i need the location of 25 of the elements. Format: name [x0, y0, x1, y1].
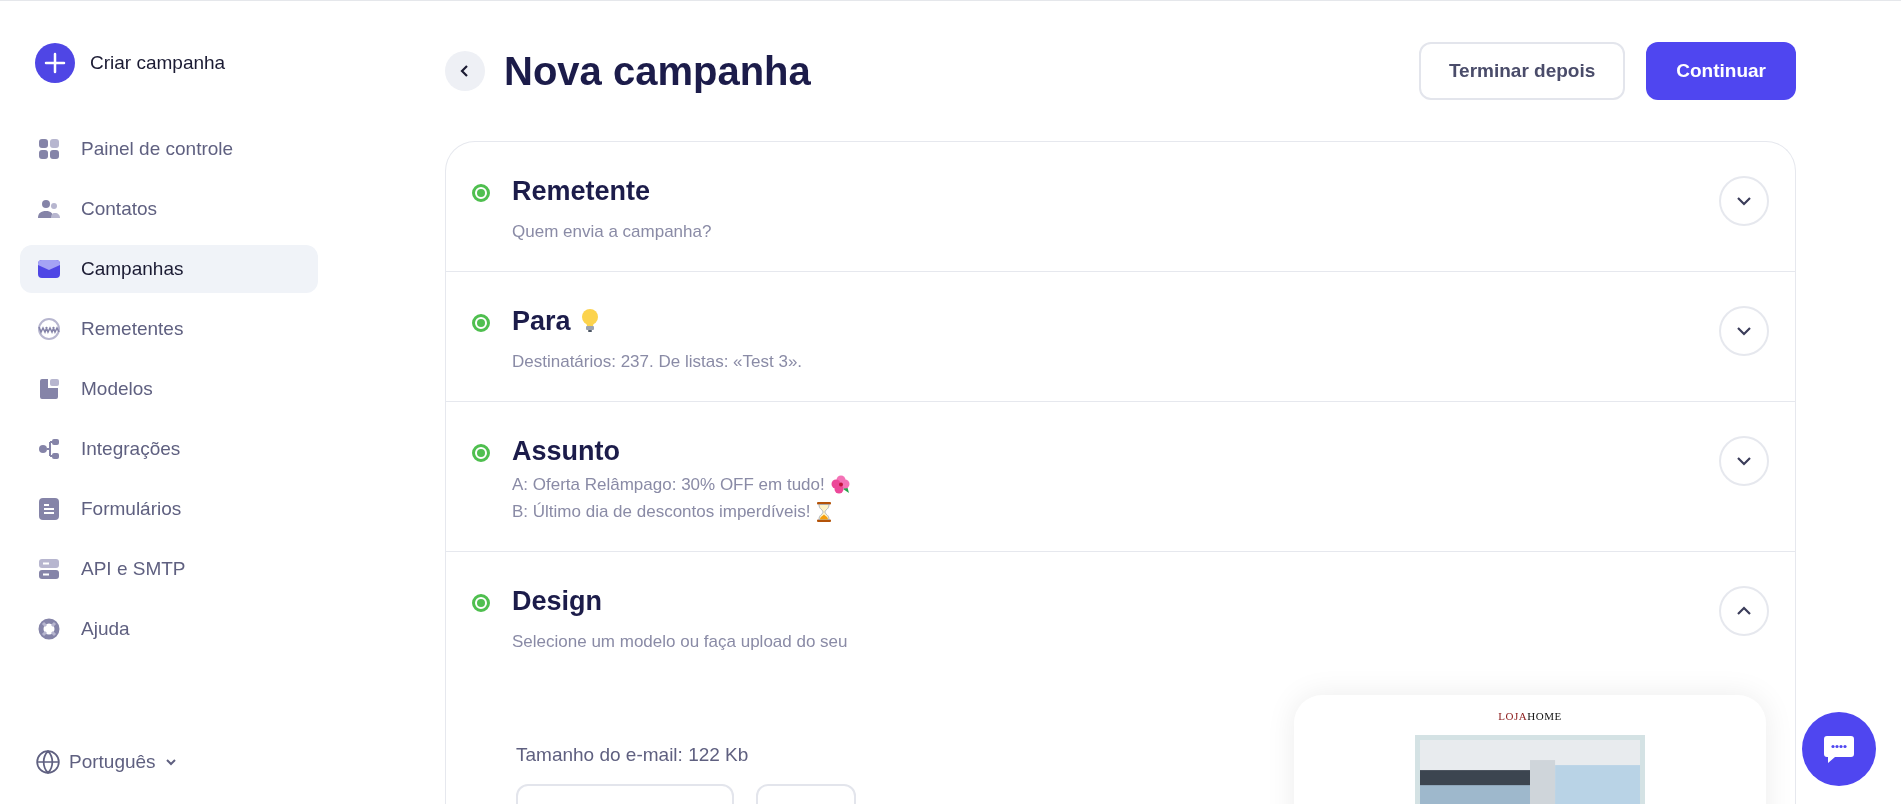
- section-description: Destinatários: 237. De listas: «Test 3».: [512, 350, 803, 373]
- nav-item[interactable]: Campanhas: [20, 245, 318, 293]
- continue-button[interactable]: Continuar: [1646, 42, 1796, 100]
- nav-item[interactable]: Formulários: [20, 485, 318, 533]
- nav-item[interactable]: Painel de controle: [20, 125, 318, 173]
- finish-later-button[interactable]: Terminar depois: [1418, 42, 1626, 100]
- section-description: B: Último dia de descontos imperdíveis!: [512, 500, 811, 523]
- section-description: Selecione um modelo ou faça upload do seu: [512, 630, 848, 653]
- create-campaign-button[interactable]: Criar campanha: [20, 41, 318, 85]
- section-title: Assunto: [512, 435, 620, 468]
- email-size-text: Tamanho do e-mail: 122 Kb: [516, 743, 750, 767]
- nav-item[interactable]: Contatos: [20, 185, 318, 233]
- section-title: Design: [512, 585, 603, 618]
- page-title: Nova campanha: [504, 48, 811, 95]
- nav-item[interactable]: Ajuda: [20, 605, 318, 653]
- section-description: A: Oferta Relâmpago: 30% OFF em tudo!: [512, 473, 825, 496]
- logo: LOJAHOME: [1498, 709, 1562, 724]
- nav-item[interactable]: API e SMTP: [20, 545, 318, 593]
- language-selector[interactable]: Português: [35, 747, 178, 776]
- nav-item[interactable]: Remetentes: [20, 305, 318, 353]
- section-title: Remetente: [512, 175, 651, 208]
- section-title: Para: [512, 305, 571, 338]
- nav-item[interactable]: Integrações: [20, 425, 318, 473]
- nav-item[interactable]: Modelos: [20, 365, 318, 413]
- section-description: Quem envia a campanha?: [512, 220, 712, 243]
